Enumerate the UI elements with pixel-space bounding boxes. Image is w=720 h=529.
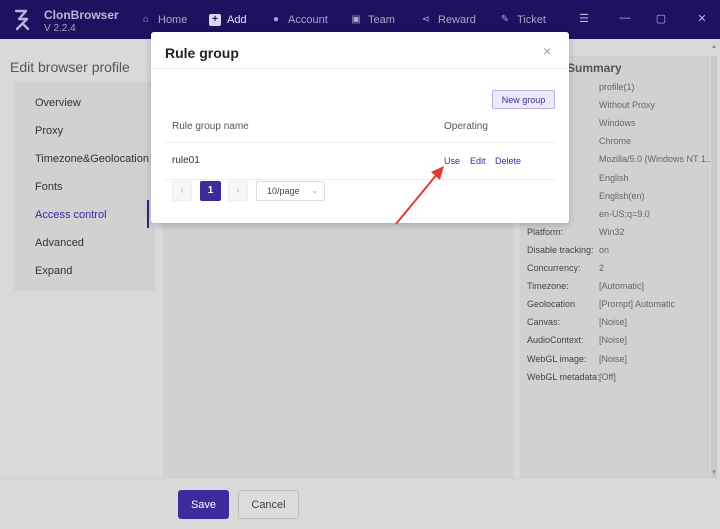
annotation-arrow-icon [395,166,444,225]
